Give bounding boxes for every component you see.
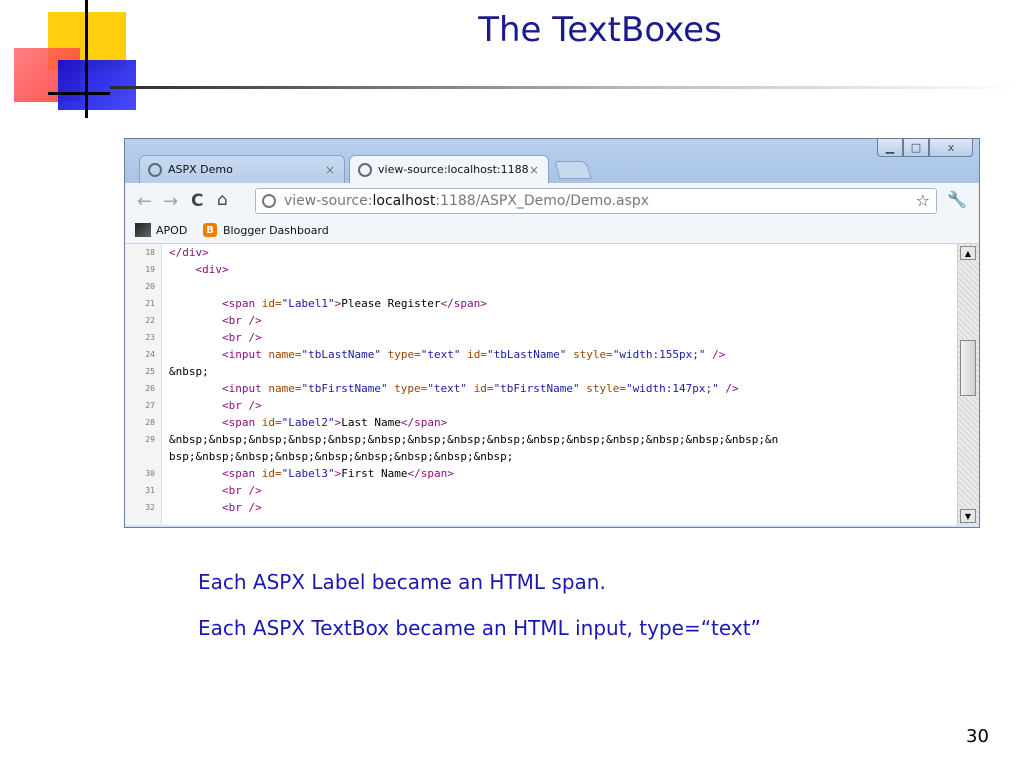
blogger-icon: B: [203, 223, 217, 237]
url-path: :1188/ASPX_Demo/Demo.aspx: [435, 193, 650, 209]
minimize-button[interactable]: ▁: [877, 139, 903, 157]
line-number: 28: [145, 418, 155, 427]
source-line: 27 <br />: [125, 397, 957, 414]
globe-icon: [262, 194, 276, 208]
logo-blue-square: [58, 60, 136, 110]
line-number: 18: [145, 248, 155, 257]
source-code: <span id="Label2">Last Name</span>: [221, 416, 448, 429]
line-number: 27: [145, 401, 155, 410]
line-number: 32: [145, 503, 155, 512]
forward-arrow-icon[interactable]: →: [163, 191, 178, 212]
slide-title: The TextBoxes: [478, 10, 722, 50]
browser-window: ASPX Demo × view-source:localhost:1188/A…: [124, 138, 980, 528]
source-view: 18 </div> 19 <div> 20 21 <span id="Label1">P…: [125, 244, 957, 525]
tab-aspx-demo[interactable]: ASPX Demo ×: [139, 155, 345, 183]
source-code: <br />: [221, 331, 262, 344]
source-code: <br />: [221, 399, 262, 412]
source-code: <br />: [221, 484, 262, 497]
line-number: 30: [145, 469, 155, 478]
new-tab-button[interactable]: [554, 161, 592, 179]
wrench-icon[interactable]: 🔧: [947, 190, 967, 209]
tab-label: ASPX Demo: [168, 163, 233, 176]
source-code: <input name="tbFirstName" type="text" id…: [221, 382, 739, 395]
address-bar[interactable]: view-source: localhost:1188/ASPX_Demo/Dem…: [255, 188, 937, 214]
logo-vertical-line: [85, 0, 88, 118]
line-number: 21: [145, 299, 155, 308]
tab-label: view-source:localhost:1188/AS: [378, 163, 528, 176]
source-line: 26 <input name="tbFirstName" type="text"…: [125, 380, 957, 397]
apod-icon: [135, 223, 151, 237]
home-icon[interactable]: ⌂: [217, 190, 228, 210]
source-line: bsp;&nbsp;&nbsp;&nbsp;&nbsp;&nbsp;&nbsp;…: [125, 448, 957, 465]
title-rule: [110, 86, 1024, 89]
source-line: 19 <div>: [125, 261, 957, 278]
bookmark-apod[interactable]: APOD: [135, 223, 187, 237]
source-code: <br />: [221, 314, 262, 327]
source-code: &nbsp;: [169, 365, 209, 378]
line-number: 24: [145, 350, 155, 359]
source-code: <div>: [195, 263, 229, 276]
source-code: <span id="Label3">First Name</span>: [221, 467, 454, 480]
bookmarks-bar: APOD B Blogger Dashboard: [125, 219, 979, 244]
source-line: 24 <input name="tbLastName" type="text" …: [125, 346, 957, 363]
source-line: 28 <span id="Label2">Last Name</span>: [125, 414, 957, 431]
page-number: 30: [966, 726, 989, 747]
source-code: &nbsp;&nbsp;&nbsp;&nbsp;&nbsp;&nbsp;&nbs…: [169, 433, 779, 446]
reload-icon[interactable]: C: [191, 191, 203, 211]
scroll-down-arrow-icon[interactable]: ▼: [960, 509, 976, 523]
vertical-scrollbar[interactable]: ▲ ▼: [957, 244, 979, 525]
source-code: <input name="tbLastName" type="text" id=…: [221, 348, 726, 361]
source-line: 31 <br />: [125, 482, 957, 499]
window-close-button[interactable]: x: [929, 139, 973, 157]
browser-titlebar: ASPX Demo × view-source:localhost:1188/A…: [125, 139, 979, 183]
source-line: 22 <br />: [125, 312, 957, 329]
source-line: 18 </div>: [125, 244, 957, 261]
globe-icon: [148, 162, 162, 177]
back-arrow-icon[interactable]: ←: [137, 191, 152, 212]
url-scheme: view-source:: [284, 193, 373, 209]
source-line: 32 <br />: [125, 499, 957, 516]
line-number: 23: [145, 333, 155, 342]
bookmark-blogger-dashboard[interactable]: B Blogger Dashboard: [203, 223, 329, 237]
line-number: 25: [145, 367, 155, 376]
bookmark-star-icon[interactable]: ☆: [916, 191, 930, 210]
bookmark-label: Blogger Dashboard: [223, 223, 329, 237]
source-line: 21 <span id="Label1">Please Register</sp…: [125, 295, 957, 312]
source-code: <br />: [221, 501, 262, 514]
source-lines: 18 </div> 19 <div> 20 21 <span id="Label1">P…: [125, 244, 957, 516]
tab-view-source[interactable]: view-source:localhost:1188/AS ×: [349, 155, 549, 183]
line-number: 20: [145, 282, 155, 291]
source-line: 29 &nbsp;&nbsp;&nbsp;&nbsp;&nbsp;&nbsp;&n…: [125, 431, 957, 448]
source-code: bsp;&nbsp;&nbsp;&nbsp;&nbsp;&nbsp;&nbsp;…: [169, 450, 514, 463]
source-line: 23 <br />: [125, 329, 957, 346]
line-number: 22: [145, 316, 155, 325]
source-line: 20: [125, 278, 957, 295]
url-host: localhost: [372, 193, 436, 209]
maximize-button[interactable]: □: [903, 139, 929, 157]
line-number: 26: [145, 384, 155, 393]
bookmark-label: APOD: [156, 223, 188, 237]
line-number: 29: [145, 435, 155, 444]
source-code: <span id="Label1">Please Register</span>: [221, 297, 487, 310]
browser-toolbar: ← → C ⌂ view-source: localhost:1188/ASPX_…: [125, 183, 979, 219]
globe-icon: [358, 162, 372, 177]
source-code: </div>: [169, 246, 209, 259]
source-line: 25 &nbsp;: [125, 363, 957, 380]
line-number: 31: [145, 486, 155, 495]
line-number: 19: [145, 265, 155, 274]
scroll-thumb[interactable]: [960, 340, 976, 396]
source-line: 30 <span id="Label3">First Name</span>: [125, 465, 957, 482]
bullet-textbox-input: Each ASPX TextBox became an HTML input, …: [198, 616, 761, 640]
scroll-up-arrow-icon[interactable]: ▲: [960, 246, 976, 260]
logo-horizontal-line: [48, 92, 110, 95]
close-icon[interactable]: ×: [324, 163, 336, 177]
bullet-label-span: Each ASPX Label became an HTML span.: [198, 570, 606, 594]
close-icon[interactable]: ×: [528, 163, 540, 177]
